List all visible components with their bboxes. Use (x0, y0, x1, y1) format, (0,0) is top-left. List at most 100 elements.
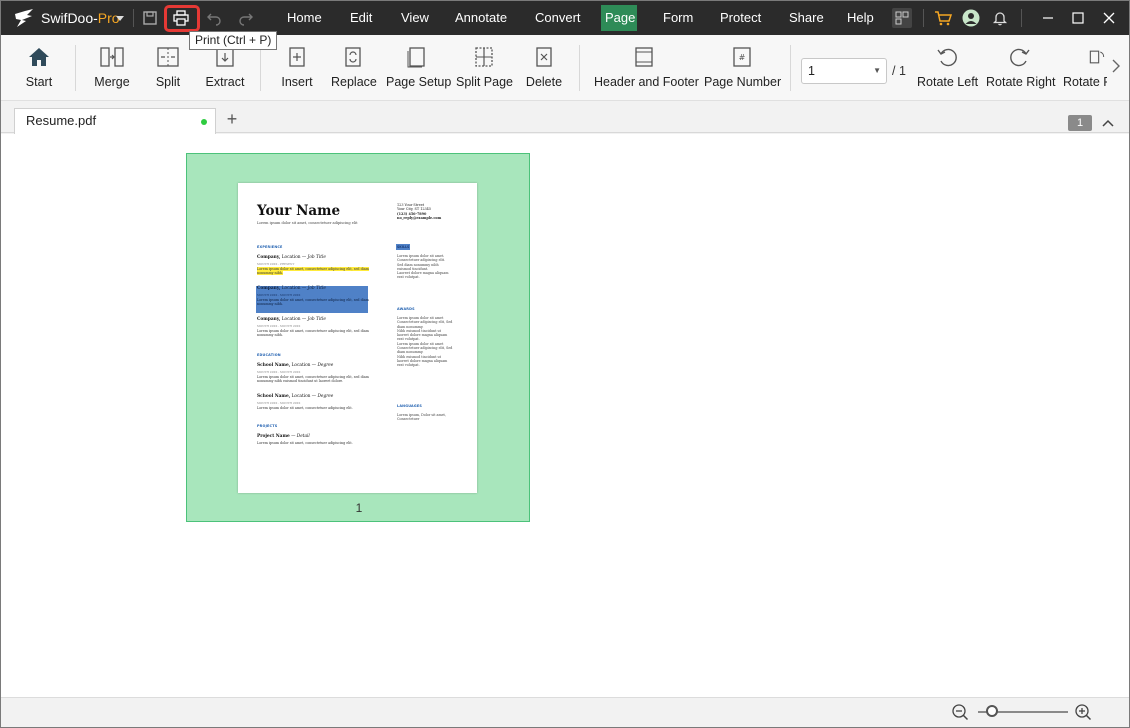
svg-text:#: # (739, 53, 746, 62)
job-desc: Lorem ipsum dolor sit amet, consectetuer… (257, 267, 369, 276)
add-tab-button[interactable]: + (223, 110, 241, 128)
resume-page-preview: Your Name Lorem ipsum dolor sit amet, co… (238, 183, 477, 493)
app-menu-dropdown-icon[interactable] (114, 10, 126, 26)
rotate-left-icon (937, 48, 957, 67)
chevron-right-icon[interactable] (1109, 57, 1123, 75)
menu-protect[interactable]: Protect (716, 5, 762, 31)
resume-contact: 123 Your Street Your City, ST 12345 (123… (397, 203, 442, 221)
maximize-icon (1072, 12, 1084, 24)
job-entry: Company, Location — Job Title (257, 255, 326, 260)
close-button[interactable] (1099, 8, 1119, 28)
section-skills: SKILLS (396, 244, 410, 250)
page-number-button[interactable]: # Page Number (704, 41, 781, 97)
page-setup-button[interactable]: Page Setup (386, 41, 451, 97)
undo-button[interactable] (203, 7, 225, 29)
job-dates: MONTH 20XX - PRESENT (257, 262, 295, 266)
menu-share[interactable]: Share (785, 5, 824, 31)
scan-button[interactable] (892, 8, 912, 28)
menu-edit[interactable]: Edit (346, 5, 374, 31)
thumbnail-page-number: 1 (355, 501, 363, 515)
awards-desc: Lorem ipsum dolor sit amet Consectetuer … (397, 316, 453, 368)
page-number-icon: # (733, 47, 751, 67)
page-thumbnail-canvas: Your Name Lorem ipsum dolor sit amet, co… (1, 134, 1129, 697)
divider (260, 45, 261, 91)
section-experience: EXPERIENCE (257, 245, 283, 249)
rotate-right-button[interactable]: Rotate Right (986, 41, 1055, 97)
menu-help[interactable]: Help (843, 5, 875, 31)
section-education: EDUCATION (257, 353, 281, 357)
minimize-button[interactable] (1038, 8, 1058, 28)
resume-subtitle: Lorem ipsum dolor sit amet, consectetuer… (257, 221, 358, 225)
close-icon (1103, 12, 1115, 24)
page-count-badge: 1 (1068, 115, 1092, 131)
header-footer-button[interactable]: Header and Footer (594, 41, 699, 97)
divider (1021, 9, 1022, 27)
menu-form[interactable]: Form (659, 5, 693, 31)
account-button[interactable] (961, 8, 981, 28)
resume-name: Your Name (257, 203, 341, 219)
education-desc: Lorem ipsum dolor sit amet, consectetuer… (257, 406, 353, 410)
insert-button[interactable]: Insert (279, 41, 315, 97)
ribbon-toolbar: Start Merge Split Extract Insert Replace… (1, 35, 1129, 101)
project-desc: Lorem ipsum dolor sit amet, consectetuer… (257, 441, 353, 445)
education-desc: Lorem ipsum dolor sit amet, consectetuer… (257, 375, 369, 384)
divider (790, 45, 791, 91)
start-button[interactable]: Start (21, 41, 57, 97)
education-entry: School Name, Location — Degree (257, 394, 334, 399)
chevron-down-icon: ▼ (873, 66, 881, 75)
rotate-left-button[interactable]: Rotate Left (917, 41, 978, 97)
cart-button[interactable] (933, 8, 953, 28)
redo-button[interactable] (235, 7, 257, 29)
job-dates: MONTH 20XX - MONTH 20XX (257, 324, 301, 328)
split-button[interactable]: Split (151, 41, 185, 97)
merge-button[interactable]: Merge (91, 41, 133, 97)
menu-view[interactable]: View (397, 5, 429, 31)
minimize-icon (1043, 17, 1053, 19)
page-thumbnail-selected[interactable]: Your Name Lorem ipsum dolor sit amet, co… (186, 153, 530, 522)
app-window: SwifDoo-Pro Home Edit View Annotate Conv… (0, 0, 1130, 728)
split-page-button[interactable]: Split Page (456, 41, 513, 97)
page-setup-icon (407, 47, 425, 68)
user-avatar-icon (962, 9, 980, 27)
menu-page[interactable]: Page (601, 5, 637, 31)
zoom-slider-handle[interactable] (986, 705, 998, 717)
tab-resume-pdf[interactable]: Resume.pdf (14, 108, 216, 134)
rotate-right-icon (1010, 48, 1030, 67)
zoom-in-icon[interactable] (1074, 703, 1092, 721)
notifications-button[interactable] (990, 8, 1010, 28)
split-page-icon (475, 47, 493, 67)
job-entry: Company, Location — Job Title (257, 317, 326, 322)
education-dates: MONTH 20XX - MONTH 20XX (257, 370, 301, 374)
page-number-select[interactable]: 1 ▼ (801, 58, 887, 84)
zoom-out-icon[interactable] (951, 703, 969, 721)
education-entry: School Name, Location — Degree (257, 363, 334, 368)
undo-icon (207, 13, 221, 26)
delete-page-icon (536, 47, 552, 67)
bell-icon (992, 12, 1008, 26)
divider (923, 9, 924, 27)
job-desc: Lorem ipsum dolor sit amet, consectetuer… (257, 298, 369, 307)
menu-annotate[interactable]: Annotate (451, 5, 509, 31)
save-button[interactable] (139, 7, 161, 29)
document-tab-bar: Resume.pdf + 1 (1, 101, 1129, 134)
menu-convert[interactable]: Convert (531, 5, 581, 31)
page-total: / 1 (892, 64, 906, 78)
replace-button[interactable]: Replace (331, 41, 377, 97)
menu-home[interactable]: Home (283, 5, 325, 31)
rotate-page-button[interactable]: Rotate P (1063, 41, 1107, 97)
header-footer-icon (635, 47, 653, 67)
divider (133, 9, 134, 27)
project-entry: Project Name — Detail (257, 434, 310, 439)
home-icon (29, 48, 49, 66)
maximize-button[interactable] (1068, 8, 1088, 28)
insert-page-icon (289, 47, 305, 67)
section-awards: AWARDS (397, 307, 415, 311)
rotate-page-icon (1089, 50, 1105, 64)
print-tooltip: Print (Ctrl + P) (189, 31, 278, 50)
title-bar: SwifDoo-Pro Home Edit View Annotate Conv… (1, 1, 1129, 35)
split-icon (157, 47, 179, 67)
chevron-up-icon[interactable] (1100, 115, 1116, 131)
delete-button[interactable]: Delete (525, 41, 563, 97)
unsaved-status-dot (201, 119, 207, 125)
highlighted-text: Lorem ipsum dolor sit amet, consectetuer… (257, 267, 369, 276)
